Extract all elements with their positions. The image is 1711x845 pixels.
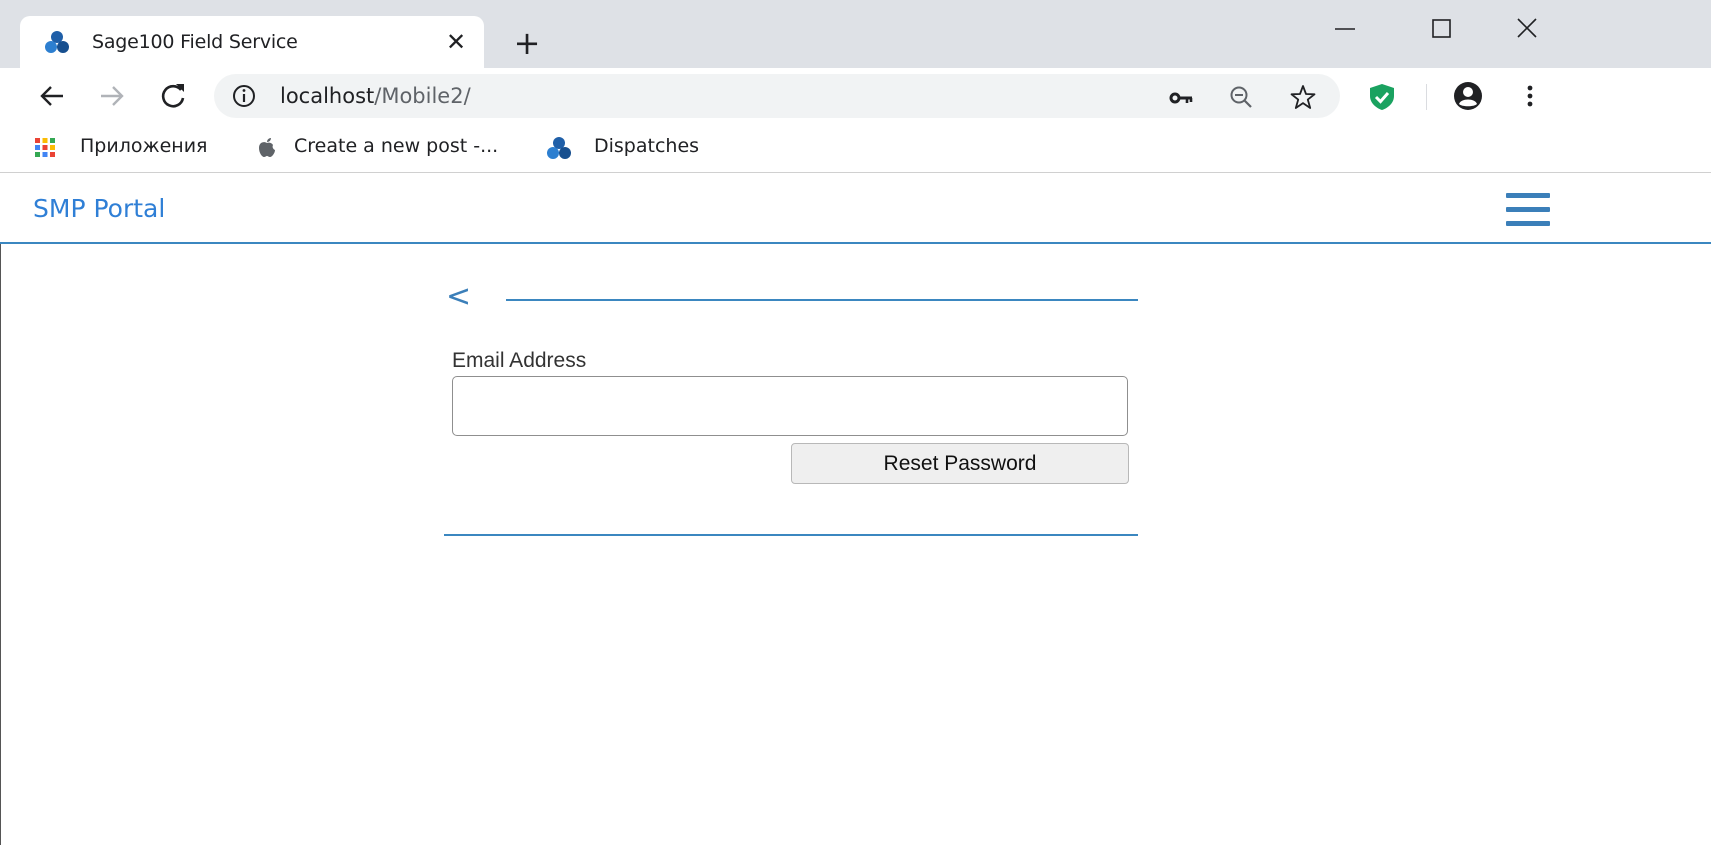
more-menu-icon[interactable] [1520,80,1540,112]
url-text[interactable]: localhost/Mobile2/ [280,84,471,108]
panel-bottom-divider [444,534,1138,536]
window-close-button[interactable] [1507,14,1547,44]
bookmark-create-post[interactable]: Create a new post -... [256,134,516,160]
url-host: localhost [280,84,375,108]
sage-favicon-icon [45,31,69,53]
shield-extension-icon[interactable] [1367,82,1397,112]
email-field[interactable] [452,376,1128,436]
browser-tab-active[interactable]: Sage100 Field Service ✕ [20,16,484,68]
new-tab-button[interactable]: + [512,27,542,59]
window-maximize-button[interactable] [1421,14,1461,44]
profile-avatar-icon[interactable] [1452,80,1484,112]
back-link[interactable]: < [446,282,471,312]
tab-title: Sage100 Field Service [92,31,298,53]
bookmark-label: Create a new post -... [294,135,499,157]
hamburger-menu-icon[interactable] [1506,193,1550,227]
panel-top-divider [506,299,1138,301]
toolbar-separator [1426,84,1427,110]
bookmark-apps[interactable]: Приложения [34,134,234,160]
sage-logo-icon [547,137,571,159]
back-arrow-icon[interactable] [36,80,68,112]
zoom-out-icon[interactable] [1228,84,1254,110]
bookmark-label: Dispatches [594,135,700,157]
reload-icon[interactable] [157,80,189,112]
browser-tab-strip: Sage100 Field Service ✕ + [0,0,1711,68]
bookmarks-bar: Приложения Create a new post -... Dispat… [0,124,1711,173]
apps-grid-icon [35,138,55,157]
url-path: /Mobile2/ [374,84,471,108]
window-minimize-button[interactable] [1325,14,1365,44]
email-label: Email Address [452,349,587,372]
key-icon[interactable] [1168,84,1194,110]
info-icon[interactable] [232,84,256,108]
app-header: SMP Portal [0,173,1711,244]
browser-toolbar: localhost/Mobile2/ [0,68,1711,124]
brand-link[interactable]: SMP Portal [33,194,165,223]
bookmark-label: Приложения [80,135,208,157]
address-bar[interactable]: localhost/Mobile2/ [214,74,1340,118]
reset-password-panel: < Email Address Reset Password [440,270,1140,540]
reset-password-button[interactable]: Reset Password [791,443,1129,484]
left-frame-border [0,244,1,845]
bookmark-star-icon[interactable] [1290,84,1316,110]
forward-arrow-icon[interactable] [96,80,128,112]
apple-icon [259,138,275,157]
bookmark-dispatches[interactable]: Dispatches [546,134,716,160]
tab-close-icon[interactable]: ✕ [444,30,468,54]
